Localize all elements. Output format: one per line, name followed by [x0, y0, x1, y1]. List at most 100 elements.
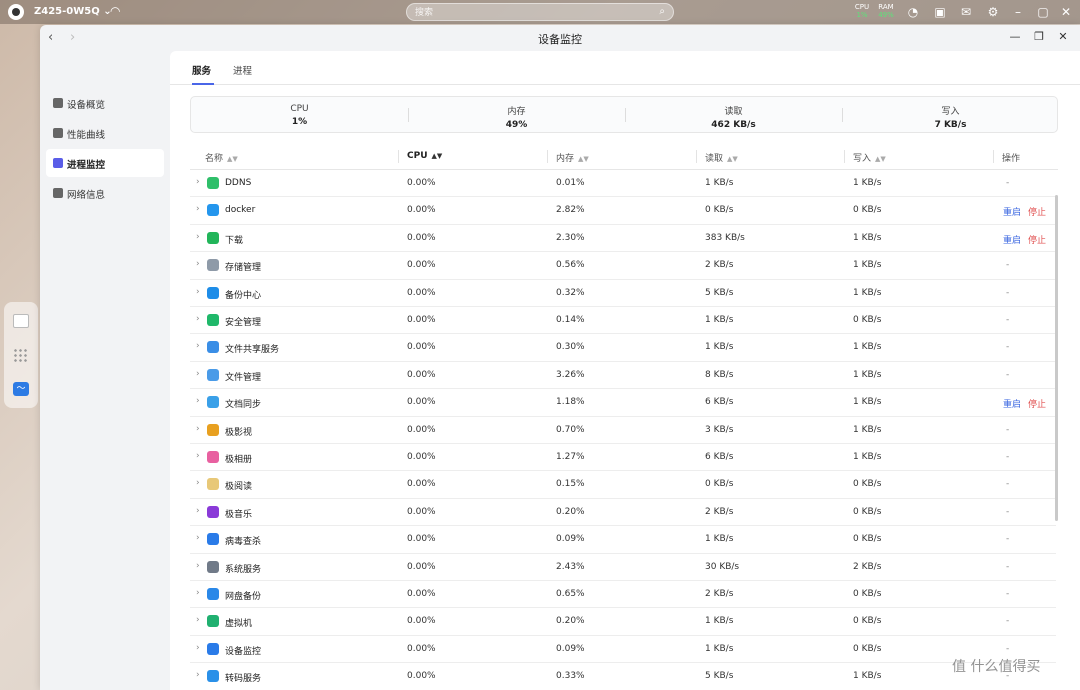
- divider: [398, 150, 399, 163]
- expand-chevron-icon[interactable]: ›: [196, 204, 200, 214]
- expand-chevron-icon[interactable]: ›: [196, 232, 200, 242]
- gear-icon[interactable]: ⚙: [985, 4, 1001, 20]
- sidebar-item-process-monitor[interactable]: 进程监控: [46, 149, 164, 177]
- table-row[interactable]: › 转码服务 0.00% 0.33% 5 KB/s 1 KB/s -: [190, 663, 1056, 690]
- app-grid-icon[interactable]: [13, 348, 29, 362]
- table-row[interactable]: › 文件管理 0.00% 3.26% 8 KB/s 1 KB/s -: [190, 362, 1056, 390]
- maximize-icon[interactable]: ▢: [1035, 4, 1051, 20]
- search-icon[interactable]: ⌕: [659, 6, 665, 17]
- table-row[interactable]: › 文档同步 0.00% 1.18% 6 KB/s 1 KB/s 重启 停止: [190, 389, 1056, 417]
- expand-chevron-icon[interactable]: ›: [196, 451, 200, 461]
- expand-chevron-icon[interactable]: ›: [196, 588, 200, 598]
- expand-chevron-icon[interactable]: ›: [196, 478, 200, 488]
- window-restore-icon[interactable]: ❐: [1032, 30, 1046, 43]
- cpu-value: 0.00%: [407, 479, 436, 490]
- tab-services[interactable]: 服务: [192, 63, 211, 77]
- read-value: 0 KB/s: [705, 205, 734, 216]
- service-name: 系统服务: [225, 564, 262, 575]
- wifi-icon[interactable]: ◠: [110, 4, 120, 18]
- sidebar-item-overview[interactable]: 设备概览: [46, 89, 164, 117]
- expand-chevron-icon[interactable]: ›: [196, 533, 200, 543]
- table-row[interactable]: › 病毒查杀 0.00% 0.09% 1 KB/s 0 KB/s -: [190, 526, 1056, 554]
- app-icon: [207, 314, 219, 326]
- cpu-value: 0.00%: [407, 260, 436, 271]
- table-row[interactable]: › 网盘备份 0.00% 0.65% 2 KB/s 0 KB/s -: [190, 581, 1056, 609]
- expand-chevron-icon[interactable]: ›: [196, 369, 200, 379]
- column-header-memory[interactable]: 内存 ▲▼: [556, 151, 589, 164]
- expand-chevron-icon[interactable]: ›: [196, 670, 200, 680]
- mail-icon[interactable]: ✉: [958, 4, 974, 20]
- restart-button[interactable]: 重启: [1003, 397, 1021, 410]
- table-row[interactable]: › 虚拟机 0.00% 0.20% 1 KB/s 0 KB/s -: [190, 608, 1056, 636]
- table-row[interactable]: › 存储管理 0.00% 0.56% 2 KB/s 1 KB/s -: [190, 252, 1056, 280]
- device-name-dropdown[interactable]: Z425-0W5Q ⌄: [34, 6, 112, 17]
- no-action: -: [1006, 479, 1010, 490]
- no-action: -: [1006, 260, 1010, 271]
- no-action: -: [1006, 287, 1010, 298]
- table-row[interactable]: › 极影视 0.00% 0.70% 3 KB/s 1 KB/s -: [190, 417, 1056, 444]
- close-icon[interactable]: ✕: [1058, 4, 1074, 20]
- percent-icon[interactable]: ▣: [932, 4, 948, 20]
- stop-button[interactable]: 停止: [1028, 233, 1046, 246]
- global-search[interactable]: ⌕: [406, 3, 674, 21]
- table-header: 名称 ▲▼ CPU ▲▼ 内存 ▲▼ 读取 ▲▼ 写入 ▲▼ 操作: [190, 143, 1058, 170]
- table-row[interactable]: › docker 0.00% 2.82% 0 KB/s 0 KB/s 重启 停止: [190, 197, 1056, 225]
- expand-chevron-icon[interactable]: ›: [196, 615, 200, 625]
- expand-chevron-icon[interactable]: ›: [196, 396, 200, 406]
- table-scrollbar[interactable]: [1055, 195, 1058, 521]
- table-row[interactable]: › 极相册 0.00% 1.27% 6 KB/s 1 KB/s -: [190, 444, 1056, 472]
- table-row[interactable]: › 极音乐 0.00% 0.20% 2 KB/s 0 KB/s -: [190, 499, 1056, 527]
- expand-chevron-icon[interactable]: ›: [196, 506, 200, 516]
- memory-value: 0.70%: [556, 424, 585, 435]
- table-row[interactable]: › 设备监控 0.00% 0.09% 1 KB/s 0 KB/s -: [190, 636, 1056, 664]
- memory-value: 0.14%: [556, 315, 585, 325]
- sidebar-item-performance[interactable]: 性能曲线: [46, 119, 164, 147]
- tab-processes[interactable]: 进程: [233, 63, 252, 77]
- expand-chevron-icon[interactable]: ›: [196, 314, 200, 324]
- window-close-icon[interactable]: ✕: [1056, 30, 1070, 43]
- service-name: 转码服务: [225, 674, 262, 685]
- expand-chevron-icon[interactable]: ›: [196, 259, 200, 269]
- table-row[interactable]: › 系统服务 0.00% 2.43% 30 KB/s 2 KB/s -: [190, 554, 1056, 581]
- speedometer-icon[interactable]: ◔: [905, 4, 921, 20]
- expand-chevron-icon[interactable]: ›: [196, 561, 200, 571]
- expand-chevron-icon[interactable]: ›: [196, 643, 200, 653]
- user-avatar-icon[interactable]: [8, 4, 24, 20]
- device-monitor-window: ‹ › 设备监控 — ❐ ✕ 设备概览 性能曲线 进程监控 网络信息 服务 进程: [40, 25, 1080, 690]
- column-header-cpu[interactable]: CPU ▲▼: [407, 151, 442, 161]
- expand-chevron-icon[interactable]: ›: [196, 424, 200, 434]
- write-value: 1 KB/s: [853, 287, 882, 298]
- table-row[interactable]: › 下载 0.00% 2.30% 383 KB/s 1 KB/s 重启 停止: [190, 225, 1056, 253]
- cpu-meter-value: 1%: [856, 11, 868, 19]
- read-value: 5 KB/s: [705, 671, 734, 682]
- cpu-value: 0.00%: [407, 534, 436, 545]
- table-row[interactable]: › 文件共享服务 0.00% 0.30% 1 KB/s 1 KB/s -: [190, 334, 1056, 362]
- column-header-name[interactable]: 名称 ▲▼: [205, 151, 238, 164]
- minimize-icon[interactable]: –: [1010, 4, 1026, 20]
- cpu-value: 0.00%: [407, 561, 436, 572]
- expand-chevron-icon[interactable]: ›: [196, 287, 200, 297]
- search-input[interactable]: [415, 6, 645, 19]
- window-minimize-icon[interactable]: —: [1008, 30, 1022, 43]
- expand-chevron-icon[interactable]: ›: [196, 341, 200, 351]
- expand-chevron-icon[interactable]: ›: [196, 177, 200, 187]
- service-name: 极阅读: [225, 482, 253, 493]
- table-row[interactable]: › 极阅读 0.00% 0.15% 0 KB/s 0 KB/s -: [190, 471, 1056, 499]
- desktop-icon[interactable]: [13, 314, 29, 328]
- table-row[interactable]: › 安全管理 0.00% 0.14% 1 KB/s 0 KB/s -: [190, 307, 1056, 335]
- monitor-app-icon[interactable]: 〜: [13, 382, 29, 396]
- column-header-write[interactable]: 写入 ▲▼: [853, 151, 886, 164]
- stop-button[interactable]: 停止: [1028, 397, 1046, 410]
- ram-meter: RAM 49%: [876, 3, 896, 19]
- service-name: 文件管理: [225, 372, 262, 383]
- service-name: 极相册: [225, 455, 253, 465]
- table-row[interactable]: › 备份中心 0.00% 0.32% 5 KB/s 1 KB/s -: [190, 280, 1056, 307]
- column-header-read[interactable]: 读取 ▲▼: [705, 151, 738, 164]
- restart-button[interactable]: 重启: [1003, 233, 1021, 246]
- write-value: 0 KB/s: [853, 506, 882, 517]
- stop-button[interactable]: 停止: [1028, 205, 1046, 218]
- sidebar-item-network[interactable]: 网络信息: [46, 179, 164, 207]
- restart-button[interactable]: 重启: [1003, 205, 1021, 218]
- sort-icon: ▲▼: [578, 155, 589, 163]
- table-row[interactable]: › DDNS 0.00% 0.01% 1 KB/s 1 KB/s -: [190, 170, 1056, 198]
